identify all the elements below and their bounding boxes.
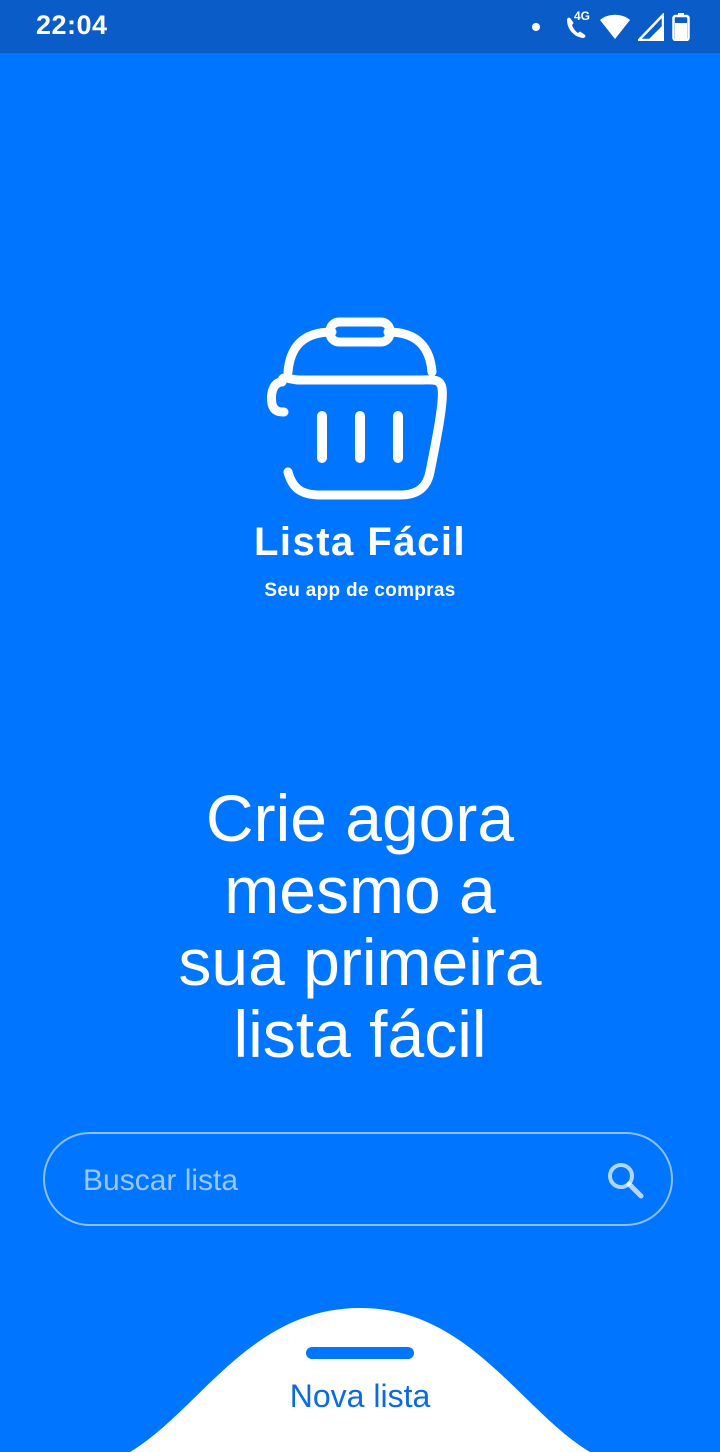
app-tagline: Seu app de compras [264,580,456,601]
status-icons: 4G [532,9,690,44]
cell-signal-icon [638,13,664,41]
search-bar [43,1132,673,1226]
wifi-call-icon: 4G [562,9,592,42]
headline-line: sua primeira [178,925,542,999]
wifi-icon [600,14,630,39]
status-time: 22:04 [36,10,108,40]
notification-dot [532,23,540,31]
network-type-label: 4G [574,9,591,23]
new-list-button[interactable]: Nova lista [260,1378,460,1415]
app-name: Lista Fácil [253,520,467,564]
shopping-basket-icon [267,317,447,500]
headline-line: Crie agora [205,781,515,855]
headline: Crie agora mesmo a sua primeira lista fá… [110,782,610,1070]
status-bar: 22:04 4G [0,0,720,53]
search-icon[interactable] [607,1162,645,1200]
headline-line: mesmo a [224,853,496,927]
headline-line: lista fácil [233,997,487,1071]
battery-icon [672,13,690,41]
search-input[interactable] [83,1156,583,1206]
sheet-drag-handle[interactable] [306,1347,414,1359]
bottom-sheet[interactable] [0,1300,720,1452]
